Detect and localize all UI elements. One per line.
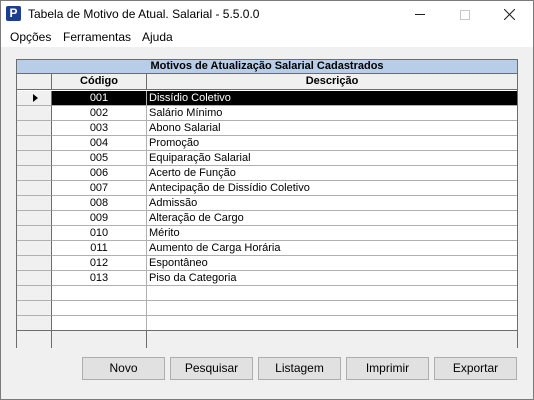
cell-descricao[interactable]	[147, 316, 517, 331]
cell-descricao[interactable]	[147, 301, 517, 316]
table-row[interactable]	[17, 286, 517, 301]
maximize-button[interactable]	[442, 1, 487, 28]
table-row[interactable]	[17, 301, 517, 316]
cell-codigo[interactable]: 006	[52, 166, 147, 181]
current-row-arrow-icon	[33, 94, 38, 102]
footer-codigo-cell	[52, 331, 147, 348]
cell-descricao[interactable]: Equiparação Salarial	[147, 151, 517, 166]
table-row[interactable]: 003 Abono Salarial	[17, 121, 517, 136]
motivos-grid[interactable]: Motivos de Atualização Salarial Cadastra…	[16, 59, 518, 348]
footer-indicator-cell	[17, 331, 52, 348]
close-icon	[504, 9, 515, 20]
table-row[interactable]: 006 Acerto de Função	[17, 166, 517, 181]
window-title: Tabela de Motivo de Atual. Salarial - 5.…	[28, 7, 260, 21]
cell-codigo[interactable]: 010	[52, 226, 147, 241]
row-indicator[interactable]	[17, 166, 52, 181]
table-row[interactable]: 002 Salário Mínimo	[17, 106, 517, 121]
column-header-descricao[interactable]: Descrição	[147, 74, 517, 90]
close-button[interactable]	[487, 1, 532, 28]
cell-descricao[interactable]: Dissídio Coletivo	[147, 91, 517, 106]
row-indicator[interactable]	[17, 121, 52, 136]
menu-ferramentas[interactable]: Ferramentas	[63, 30, 131, 44]
cell-descricao[interactable]: Admissão	[147, 196, 517, 211]
cell-descricao[interactable]: Alteração de Cargo	[147, 211, 517, 226]
pesquisar-button[interactable]: Pesquisar	[170, 357, 253, 380]
row-indicator[interactable]	[17, 316, 52, 331]
exportar-button[interactable]: Exportar	[434, 357, 517, 380]
cell-descricao[interactable]: Salário Mínimo	[147, 106, 517, 121]
row-indicator[interactable]	[17, 226, 52, 241]
cell-descricao[interactable]	[147, 286, 517, 301]
row-indicator[interactable]	[17, 151, 52, 166]
menu-opcoes[interactable]: Opções	[10, 30, 51, 44]
minimize-button[interactable]	[397, 1, 442, 28]
row-indicator[interactable]	[17, 181, 52, 196]
cell-codigo[interactable]: 005	[52, 151, 147, 166]
table-row[interactable]: 004 Promoção	[17, 136, 517, 151]
cell-codigo[interactable]: 002	[52, 106, 147, 121]
row-indicator[interactable]	[17, 271, 52, 286]
grid-footer	[17, 330, 517, 348]
column-header-codigo[interactable]: Código	[52, 74, 147, 90]
cell-descricao[interactable]: Piso da Categoria	[147, 271, 517, 286]
row-indicator[interactable]	[17, 91, 52, 106]
table-row[interactable]: 010 Mérito	[17, 226, 517, 241]
maximize-icon	[459, 9, 470, 20]
minimize-icon	[414, 14, 425, 15]
row-indicator[interactable]	[17, 241, 52, 256]
row-indicator[interactable]	[17, 301, 52, 316]
cell-descricao[interactable]: Promoção	[147, 136, 517, 151]
table-row[interactable]: 007 Antecipação de Dissídio Coletivo	[17, 181, 517, 196]
cell-descricao[interactable]: Aumento de Carga Horária	[147, 241, 517, 256]
cell-codigo[interactable]: 008	[52, 196, 147, 211]
cell-codigo[interactable]: 004	[52, 136, 147, 151]
footer-descricao-cell	[147, 331, 517, 348]
row-indicator[interactable]	[17, 256, 52, 271]
imprimir-button[interactable]: Imprimir	[346, 357, 429, 380]
row-indicator[interactable]	[17, 106, 52, 121]
table-row[interactable]: 008 Admissão	[17, 196, 517, 211]
cell-codigo[interactable]: 011	[52, 241, 147, 256]
cell-codigo[interactable]: 007	[52, 181, 147, 196]
table-row[interactable]: 012 Espontâneo	[17, 256, 517, 271]
table-row[interactable]: 011 Aumento de Carga Horária	[17, 241, 517, 256]
application-window: P Tabela de Motivo de Atual. Salarial - …	[0, 0, 534, 400]
menu-ajuda[interactable]: Ajuda	[142, 30, 173, 44]
table-row[interactable]: 005 Equiparação Salarial	[17, 151, 517, 166]
cell-codigo[interactable]	[52, 286, 147, 301]
menu-bar: Opções Ferramentas Ajuda	[1, 28, 533, 47]
cell-codigo[interactable]: 013	[52, 271, 147, 286]
row-indicator[interactable]	[17, 196, 52, 211]
cell-codigo[interactable]: 003	[52, 121, 147, 136]
table-row[interactable]: 009 Alteração de Cargo	[17, 211, 517, 226]
row-indicator[interactable]	[17, 211, 52, 226]
table-row[interactable]	[17, 316, 517, 331]
row-indicator[interactable]	[17, 136, 52, 151]
cell-codigo[interactable]: 012	[52, 256, 147, 271]
app-icon[interactable]: P	[6, 6, 21, 21]
cell-codigo[interactable]: 001	[52, 91, 147, 106]
cell-codigo[interactable]	[52, 316, 147, 331]
table-row[interactable]: 013 Piso da Categoria	[17, 271, 517, 286]
novo-button[interactable]: Novo	[82, 357, 165, 380]
row-indicator-header	[17, 74, 52, 90]
cell-codigo[interactable]	[52, 301, 147, 316]
table-row[interactable]: 001 Dissídio Coletivo	[17, 91, 517, 106]
cell-descricao[interactable]: Antecipação de Dissídio Coletivo	[147, 181, 517, 196]
grid-caption: Motivos de Atualização Salarial Cadastra…	[17, 60, 517, 74]
listagem-button[interactable]: Listagem	[258, 357, 341, 380]
row-indicator[interactable]	[17, 286, 52, 301]
cell-descricao[interactable]: Acerto de Função	[147, 166, 517, 181]
cell-descricao[interactable]: Mérito	[147, 226, 517, 241]
cell-codigo[interactable]: 009	[52, 211, 147, 226]
cell-descricao[interactable]: Espontâneo	[147, 256, 517, 271]
title-bar[interactable]: P Tabela de Motivo de Atual. Salarial - …	[1, 1, 533, 28]
cell-descricao[interactable]: Abono Salarial	[147, 121, 517, 136]
